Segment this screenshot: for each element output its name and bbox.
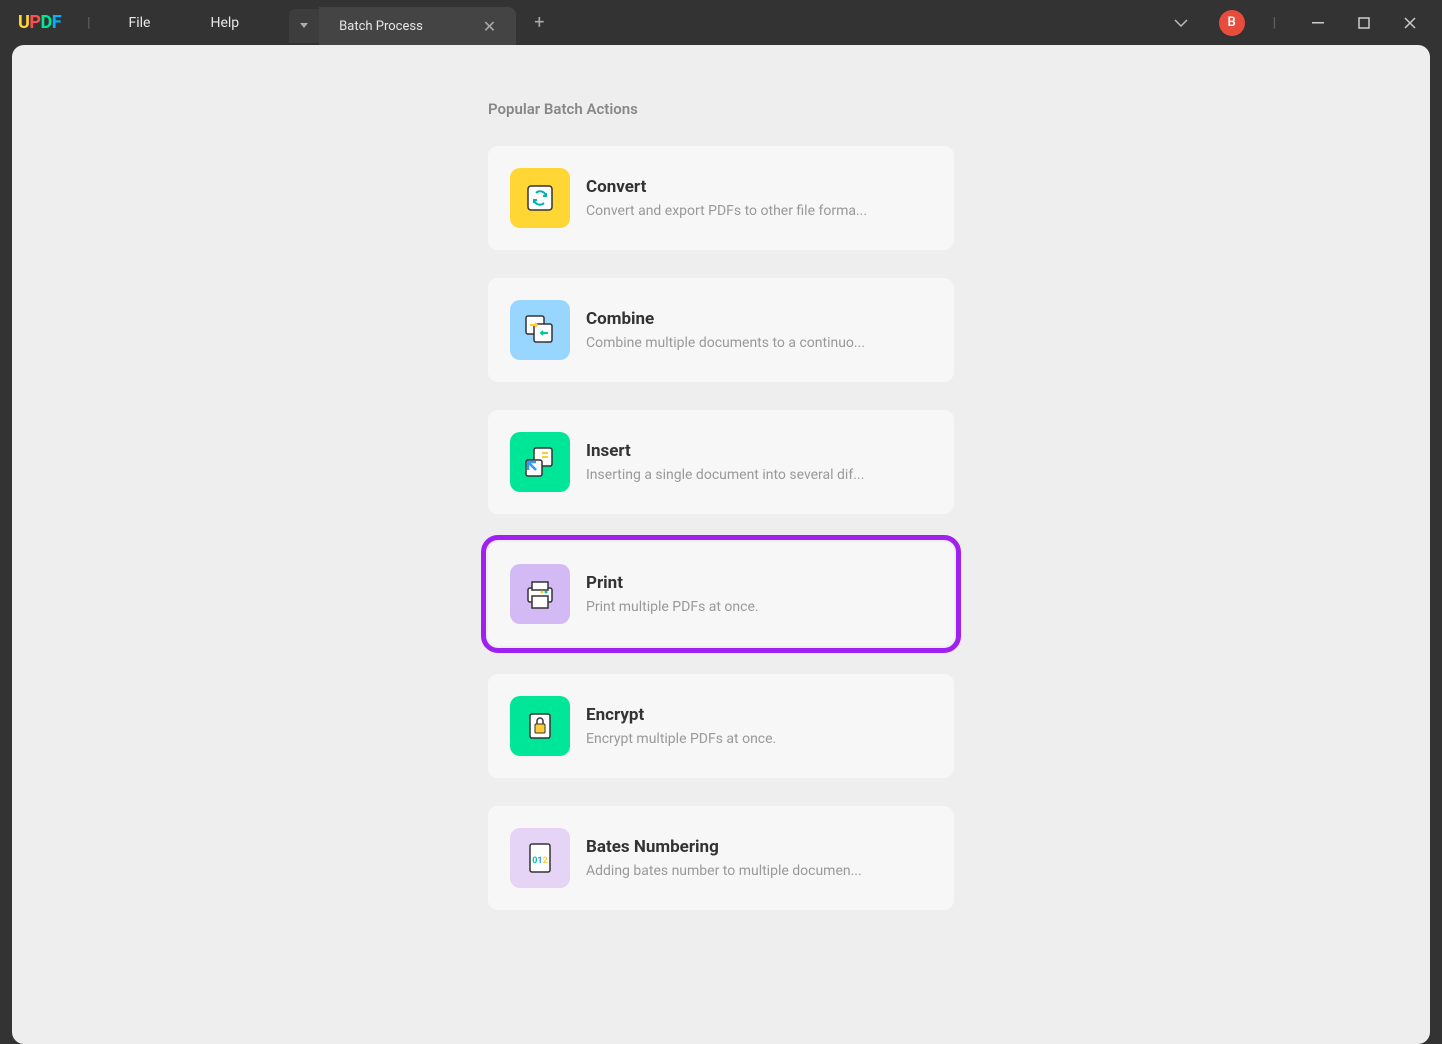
convert-icon: [510, 168, 570, 228]
tab-add-button[interactable]: +: [516, 12, 562, 33]
card-desc: Combine multiple documents to a continuo…: [586, 335, 932, 351]
avatar[interactable]: B: [1219, 10, 1245, 36]
card-desc: Adding bates number to multiple documen.…: [586, 863, 932, 879]
card-desc: Convert and export PDFs to other file fo…: [586, 203, 932, 219]
chevron-down-icon: [300, 23, 308, 29]
action-insert[interactable]: Insert Inserting a single document into …: [488, 410, 954, 514]
logo-letter-p: P: [29, 12, 40, 33]
maximize-icon: [1358, 17, 1370, 29]
card-desc: Encrypt multiple PDFs at once.: [586, 731, 932, 747]
close-button[interactable]: [1388, 7, 1432, 39]
action-encrypt[interactable]: Encrypt Encrypt multiple PDFs at once.: [488, 674, 954, 778]
section-title: Popular Batch Actions: [488, 100, 954, 118]
logo-letter-f: F: [52, 12, 61, 33]
action-print[interactable]: Print Print multiple PDFs at once.: [488, 542, 954, 646]
tab-close-button[interactable]: ✕: [483, 17, 496, 36]
combine-icon: [510, 300, 570, 360]
card-desc: Print multiple PDFs at once.: [586, 599, 932, 615]
close-icon: [1404, 17, 1416, 29]
svg-text:012: 012: [532, 856, 548, 866]
action-bates[interactable]: 012 Bates Numbering Adding bates number …: [488, 806, 954, 910]
card-desc: Inserting a single document into several…: [586, 467, 932, 483]
separator: |: [1265, 15, 1284, 31]
minimize-button[interactable]: [1296, 7, 1340, 39]
tab-title: Batch Process: [339, 19, 423, 34]
logo-letter-u: U: [18, 12, 29, 33]
action-combine[interactable]: Combine Combine multiple documents to a …: [488, 278, 954, 382]
tabs: Batch Process ✕ +: [289, 0, 562, 45]
card-title: Print: [586, 573, 932, 593]
card-title: Bates Numbering: [586, 837, 932, 857]
separator: |: [79, 15, 98, 31]
logo[interactable]: UPDF: [0, 12, 79, 33]
card-title: Convert: [586, 177, 932, 197]
dropdown-button[interactable]: [1163, 5, 1199, 41]
maximize-button[interactable]: [1342, 7, 1386, 39]
menu-help[interactable]: Help: [180, 15, 269, 31]
card-title: Combine: [586, 309, 932, 329]
titlebar: UPDF | File Help Batch Process ✕ + B |: [0, 0, 1442, 45]
bates-icon: 012: [510, 828, 570, 888]
encrypt-icon: [510, 696, 570, 756]
tab-batch-process[interactable]: Batch Process ✕: [319, 7, 516, 45]
insert-icon: [510, 432, 570, 492]
action-convert[interactable]: Convert Convert and export PDFs to other…: [488, 146, 954, 250]
minimize-icon: [1312, 22, 1324, 24]
content-area: Popular Batch Actions Convert Convert an…: [12, 45, 1430, 1044]
menu-file[interactable]: File: [99, 15, 181, 31]
print-icon: [510, 564, 570, 624]
card-title: Insert: [586, 441, 932, 461]
chevron-down-icon: [1174, 19, 1188, 27]
tab-dropdown[interactable]: [289, 9, 319, 43]
card-title: Encrypt: [586, 705, 932, 725]
logo-letter-d: D: [40, 12, 51, 33]
